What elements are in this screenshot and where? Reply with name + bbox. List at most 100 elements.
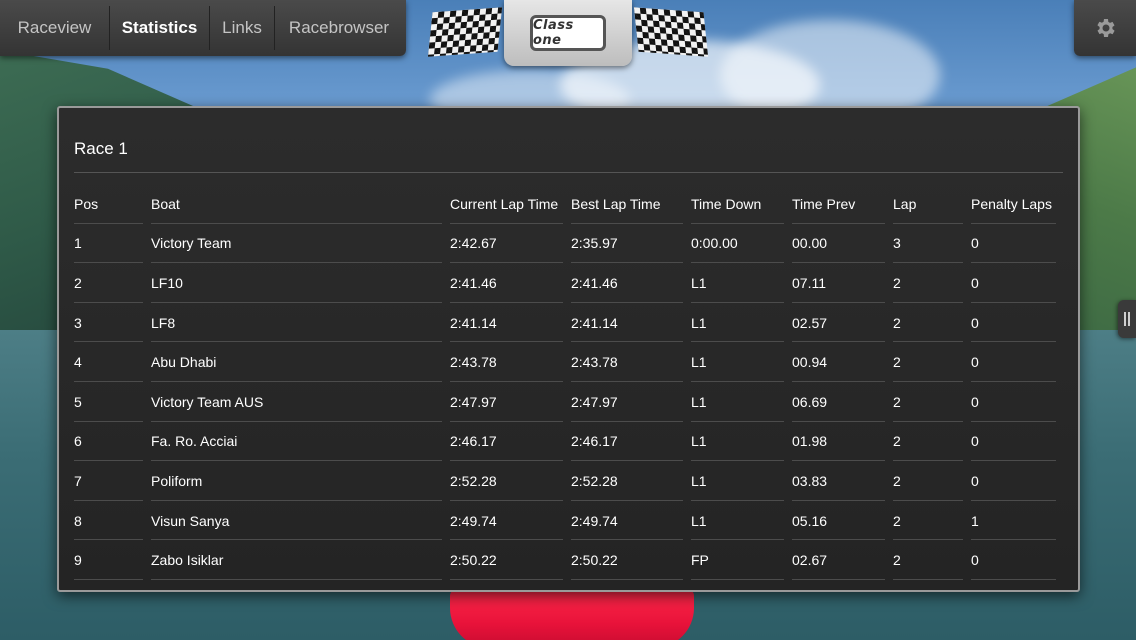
tab-raceview[interactable]: Raceview: [0, 6, 110, 50]
cell-time-prev: 02.67: [792, 540, 893, 580]
checkered-flag-right-icon: [633, 7, 709, 57]
column-header-penalty-laps: Penalty Laps: [971, 184, 1064, 224]
cell-current-lap-time: 2:41.46: [450, 263, 571, 303]
cell-lap: 2: [893, 303, 971, 343]
cell-time-down: L1: [691, 422, 792, 462]
cell-lap: 2: [893, 540, 971, 580]
table-row: 3 LF8 2:41.14 2:41.14 L1 02.57 2 0: [74, 303, 1064, 343]
tab-statistics[interactable]: Statistics: [110, 6, 210, 50]
cell-best-lap-time: 2:41.14: [571, 303, 691, 343]
table-row: 6 Fa. Ro. Acciai 2:46.17 2:46.17 L1 01.9…: [74, 422, 1064, 462]
column-header-time-prev: Time Prev: [792, 184, 893, 224]
table-header-row: Pos Boat Current Lap Time Best Lap Time …: [74, 184, 1064, 224]
cell-penalty-laps: 0: [971, 422, 1064, 462]
cell-lap: 2: [893, 501, 971, 541]
cell-pos: 5: [74, 382, 151, 422]
cell-best-lap-time: 2:47.97: [571, 382, 691, 422]
cell-boat: Victory Team AUS: [151, 382, 450, 422]
side-panel-handle[interactable]: [1118, 300, 1136, 338]
cell-time-down: L1: [691, 263, 792, 303]
cell-boat: LF10: [151, 263, 450, 303]
cell-penalty-laps: 0: [971, 303, 1064, 343]
class-one-logo: Class one: [504, 0, 632, 66]
cell-pos: 4: [74, 342, 151, 382]
cell-current-lap-time: 2:42.67: [450, 224, 571, 264]
cell-penalty-laps: 0: [971, 461, 1064, 501]
cell-penalty-laps: 0: [971, 382, 1064, 422]
checkered-flag-left-icon: [427, 7, 503, 57]
cell-time-prev: 02.57: [792, 303, 893, 343]
cell-pos: 7: [74, 461, 151, 501]
table-row: 1 Victory Team 2:42.67 2:35.97 0:00.00 0…: [74, 224, 1064, 264]
cell-current-lap-time: 2:46.17: [450, 422, 571, 462]
cell-time-prev: 06.69: [792, 382, 893, 422]
column-header-time-down: Time Down: [691, 184, 792, 224]
settings-button[interactable]: [1074, 0, 1136, 56]
cell-penalty-laps: 0: [971, 224, 1064, 264]
logo-mark: Class one: [530, 15, 606, 51]
top-nav: Raceview Statistics Links Racebrowser: [0, 0, 406, 56]
cell-best-lap-time: 2:43.78: [571, 342, 691, 382]
cell-current-lap-time: 2:52.28: [450, 461, 571, 501]
column-header-current-lap-time: Current Lap Time: [450, 184, 571, 224]
cell-time-down: FP: [691, 540, 792, 580]
cell-lap: 2: [893, 263, 971, 303]
cell-current-lap-time: 2:41.14: [450, 303, 571, 343]
handle-bar: [1124, 312, 1126, 326]
cell-time-down: L1: [691, 342, 792, 382]
table-row: 5 Victory Team AUS 2:47.97 2:47.97 L1 06…: [74, 382, 1064, 422]
cell-time-down: L1: [691, 303, 792, 343]
cell-lap: 2: [893, 461, 971, 501]
cell-time-prev: 05.16: [792, 501, 893, 541]
handle-bar: [1128, 312, 1130, 326]
cell-time-prev: 07.11: [792, 263, 893, 303]
cell-best-lap-time: 2:35.97: [571, 224, 691, 264]
column-header-pos: Pos: [74, 184, 151, 224]
cell-pos: 1: [74, 224, 151, 264]
tab-links[interactable]: Links: [210, 6, 275, 50]
cell-lap: 2: [893, 382, 971, 422]
cell-best-lap-time: 2:46.17: [571, 422, 691, 462]
cell-boat: Fa. Ro. Acciai: [151, 422, 450, 462]
gear-icon: [1097, 19, 1115, 37]
boat-nose: [450, 588, 694, 640]
cell-best-lap-time: 2:50.22: [571, 540, 691, 580]
cell-time-prev: 00.00: [792, 224, 893, 264]
divider: [74, 172, 1063, 173]
cell-time-down: L1: [691, 461, 792, 501]
cell-time-down: L1: [691, 382, 792, 422]
cell-best-lap-time: 2:49.74: [571, 501, 691, 541]
cell-boat: Victory Team: [151, 224, 450, 264]
cell-boat: Abu Dhabi: [151, 342, 450, 382]
cell-pos: 9: [74, 540, 151, 580]
cell-penalty-laps: 0: [971, 263, 1064, 303]
cell-current-lap-time: 2:49.74: [450, 501, 571, 541]
cell-pos: 8: [74, 501, 151, 541]
cell-boat: Poliform: [151, 461, 450, 501]
table-row: 8 Visun Sanya 2:49.74 2:49.74 L1 05.16 2…: [74, 501, 1064, 541]
cell-pos: 2: [74, 263, 151, 303]
statistics-panel: Race 1 Pos Boat Current Lap Time Best La…: [57, 106, 1080, 592]
cell-boat: Zabo Isiklar: [151, 540, 450, 580]
cell-current-lap-time: 2:50.22: [450, 540, 571, 580]
tab-racebrowser[interactable]: Racebrowser: [275, 6, 403, 50]
cell-boat: Visun Sanya: [151, 501, 450, 541]
cell-lap: 2: [893, 342, 971, 382]
cell-time-prev: 01.98: [792, 422, 893, 462]
cell-boat: LF8: [151, 303, 450, 343]
race-standings-table: Pos Boat Current Lap Time Best Lap Time …: [74, 184, 1064, 580]
cell-penalty-laps: 1: [971, 501, 1064, 541]
cell-pos: 3: [74, 303, 151, 343]
race-title: Race 1: [74, 139, 128, 158]
cell-lap: 2: [893, 422, 971, 462]
table-row: 9 Zabo Isiklar 2:50.22 2:50.22 FP 02.67 …: [74, 540, 1064, 580]
cell-current-lap-time: 2:43.78: [450, 342, 571, 382]
table-row: 4 Abu Dhabi 2:43.78 2:43.78 L1 00.94 2 0: [74, 342, 1064, 382]
column-header-best-lap-time: Best Lap Time: [571, 184, 691, 224]
cell-penalty-laps: 0: [971, 540, 1064, 580]
cell-time-down: L1: [691, 501, 792, 541]
cell-penalty-laps: 0: [971, 342, 1064, 382]
cell-current-lap-time: 2:47.97: [450, 382, 571, 422]
column-header-boat: Boat: [151, 184, 450, 224]
cell-best-lap-time: 2:41.46: [571, 263, 691, 303]
